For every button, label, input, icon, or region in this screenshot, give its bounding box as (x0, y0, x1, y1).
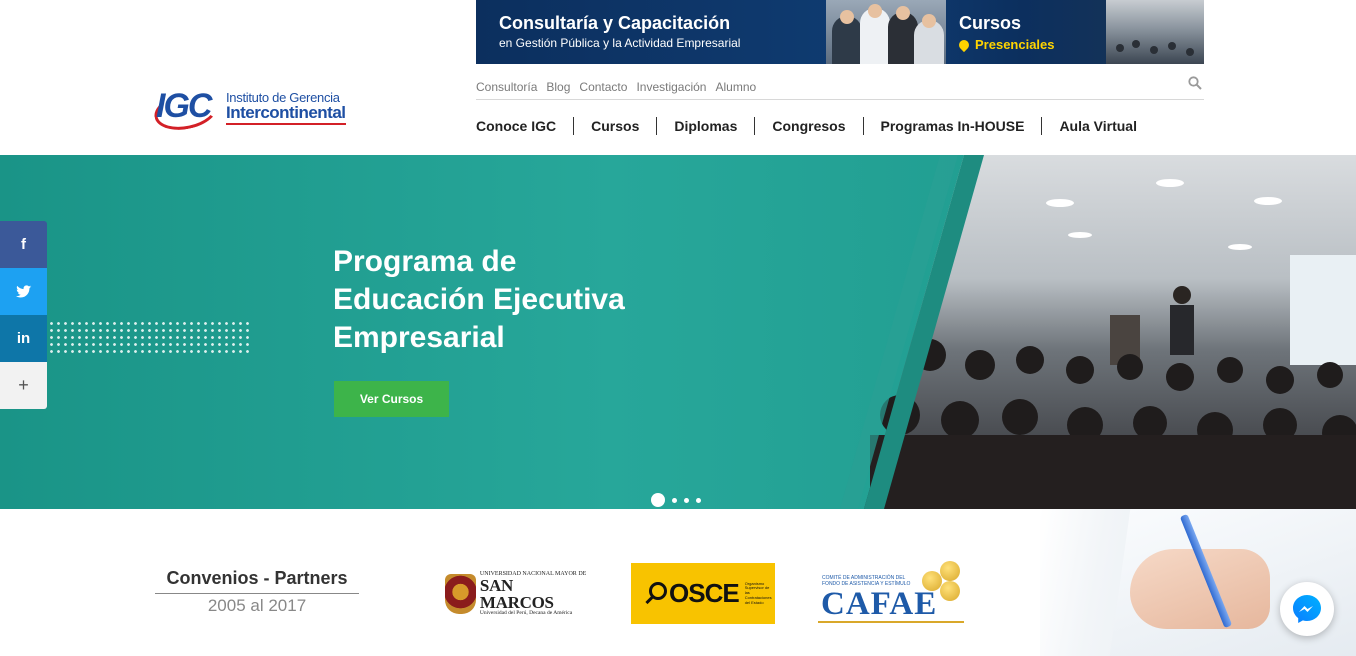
hero-title-line-3: Empresarial (333, 321, 505, 354)
banner-subtitle: en Gestión Pública y la Actividad Empres… (499, 36, 741, 50)
slider-dot-4[interactable] (696, 497, 701, 503)
search-icon[interactable] (1188, 76, 1202, 90)
hero-title-line-2: Educación Ejecutiva (333, 283, 625, 316)
partner-logo-osce[interactable]: OSCE Organismo Supervisor de las Contrat… (631, 563, 775, 624)
partners-years: 2005 al 2017 (207, 596, 307, 615)
slider-pagination (651, 493, 708, 507)
san-marcos-bottom-text: Universidad del Perú, Decana de América (479, 610, 573, 617)
more-share-button[interactable]: + (0, 362, 47, 409)
banner-presenciales: Presenciales (956, 37, 1055, 52)
partners-heading: Convenios - Partners 2005 al 2017 (155, 568, 359, 616)
topnav-investigacion[interactable]: Investigación (636, 80, 706, 94)
main-nav: Conoce IGC Cursos Diplomas Congresos Pro… (476, 114, 1154, 138)
partners-section: Convenios - Partners 2005 al 2017 UNIVER… (0, 509, 1356, 656)
nav-cursos[interactable]: Cursos (573, 117, 656, 135)
hero-slider: Programa de Educación Ejecutiva Empresar… (0, 155, 1356, 509)
secondary-nav: Consultoría Blog Contacto Investigación … (476, 74, 1204, 100)
partners-title: Convenios - Partners (155, 568, 359, 594)
osce-small-text: Organismo Supervisor de las Contratacion… (744, 580, 772, 605)
slider-dot-1[interactable] (651, 493, 665, 507)
topnav-blog[interactable]: Blog (546, 80, 570, 94)
logo-line-1: Instituto de Gerencia (226, 89, 340, 105)
decorative-dot-grid (48, 320, 252, 354)
banner-presenciales-label: Presenciales (975, 37, 1055, 52)
san-marcos-seal-icon (445, 574, 476, 614)
ver-cursos-button[interactable]: Ver Cursos (334, 381, 449, 417)
banner-classroom-photo (1106, 0, 1204, 64)
banner-people-photo (826, 0, 946, 64)
cafae-name: CAFAE (821, 586, 938, 622)
location-pin-icon (956, 37, 972, 52)
slider-dot-2[interactable] (672, 497, 677, 503)
social-share-bar: f in + (0, 221, 47, 409)
messenger-chat-button[interactable] (1280, 582, 1334, 636)
topnav-alumno[interactable]: Alumno (715, 80, 756, 94)
partner-logo-cafae[interactable]: COMITÉ DE ADMINISTRACIÓN DEL FONDO DE AS… (818, 559, 964, 623)
topnav-consultoria[interactable]: Consultoría (476, 80, 537, 94)
twitter-icon (15, 284, 31, 297)
topnav-contacto[interactable]: Contacto (579, 80, 627, 94)
nav-conoce-igc[interactable]: Conoce IGC (476, 117, 573, 135)
site-logo[interactable]: IGC Instituto de Gerencia Intercontinent… (150, 84, 362, 136)
magnifier-icon (645, 580, 671, 608)
hero-title-line-1: Programa de (333, 245, 517, 278)
site-header: IGC Instituto de Gerencia Intercontinent… (0, 0, 1356, 155)
plus-icon: + (18, 375, 29, 395)
san-marcos-name: SAN MARCOS (479, 576, 554, 613)
logo-text: Instituto de Gerencia Intercontinental (226, 89, 346, 126)
nav-diplomas[interactable]: Diplomas (656, 117, 754, 135)
nav-programas-in-house[interactable]: Programas In-HOUSE (862, 117, 1042, 135)
facebook-share-button[interactable]: f (0, 221, 47, 268)
banner-title: Consultaría y Capacitación (499, 13, 731, 33)
hero-title: Programa de Educación Ejecutiva Empresar… (333, 243, 733, 357)
linkedin-icon: in (16, 330, 31, 347)
banner-cursos: Cursos (959, 13, 1022, 33)
banner-cursos-block: Cursos Presenciales (956, 13, 1055, 52)
logo-igc-text: IGC (156, 87, 212, 125)
twitter-share-button[interactable] (0, 268, 47, 315)
nav-congresos[interactable]: Congresos (754, 117, 862, 135)
partner-logo-san-marcos[interactable]: UNIVERSIDAD NACIONAL MAYOR DE SAN MARCOS… (445, 571, 587, 617)
logo-line-2: Intercontinental (226, 104, 346, 126)
slider-dot-3[interactable] (684, 497, 689, 503)
logo-mark: IGC (150, 85, 222, 136)
facebook-icon: f (21, 236, 26, 253)
osce-name: OSCE (669, 578, 740, 608)
promo-banner[interactable]: Consultaría y Capacitación en Gestión Pú… (476, 0, 1204, 64)
nav-aula-virtual[interactable]: Aula Virtual (1041, 117, 1154, 135)
linkedin-share-button[interactable]: in (0, 315, 47, 362)
messenger-icon (1293, 595, 1321, 623)
